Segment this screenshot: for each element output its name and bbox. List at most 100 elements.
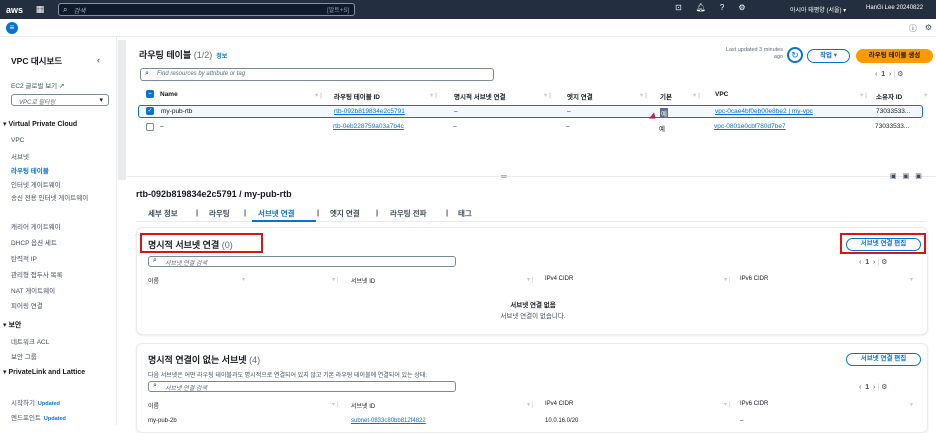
col-owner-id[interactable]: 소유자 ID [876, 91, 902, 101]
info-link[interactable]: 정보 [216, 54, 227, 60]
col-ipv4-cidr[interactable]: IPv4 CIDR [545, 401, 573, 407]
col-subnet-id[interactable]: 서브넷 ID [351, 401, 375, 410]
sidebar-item-vpc[interactable]: VPC [11, 137, 24, 144]
next-page-icon[interactable]: › [873, 259, 875, 266]
settings-icon[interactable]: ⚙ [925, 23, 932, 34]
sidebar-section-privatelink[interactable]: ▾ PrivateLink and Lattice [3, 368, 113, 377]
col-edge-association[interactable]: 엣지 연결 [567, 91, 593, 101]
resource-filter-input[interactable]: ⌕ Find resources by attribute or tag [140, 68, 494, 81]
sidebar-title[interactable]: VPC 대시보드 [11, 55, 62, 67]
global-search-input[interactable]: ⌕ 검색 [알트+S] [58, 3, 355, 16]
subnet-search-input[interactable]: ⌕ 서브넷 연결 검색 [148, 381, 456, 392]
sidebar-item-egress-only-igw[interactable]: 송신 전용 인터넷 게이트웨이 [11, 194, 106, 203]
current-page[interactable]: 1 [881, 71, 885, 78]
cell-vpc[interactable]: vpc-0801e0cbf780d7be7 [714, 123, 786, 130]
settings-gear-icon[interactable]: ⚙ [738, 3, 745, 12]
sidebar-item-carrier-gateways[interactable]: 캐리어 게이트웨이 [11, 221, 61, 231]
row-checkbox[interactable]: ✓ [146, 107, 154, 115]
sidebar-item-global-view[interactable]: EC2 글로벌 보기 ↗ [11, 80, 64, 90]
panel-layout-icons[interactable]: ▣▣▣ [890, 172, 928, 180]
split-panel-divider[interactable] [127, 176, 936, 177]
account-menu[interactable]: HanGi Lee 20240822 [866, 5, 923, 11]
preferences-gear-icon[interactable]: ⚙ [881, 384, 887, 391]
col-name[interactable]: 이름 [148, 401, 159, 410]
info-icon[interactable]: ⓘ [909, 23, 917, 34]
cell-owner: 73033533... [875, 123, 910, 130]
cell-name: my-pub-2b [148, 418, 177, 424]
create-route-table-button[interactable]: 라우팅 테이블 생성 [856, 49, 933, 63]
row-checkbox[interactable] [146, 123, 154, 131]
subnet-association-search-input[interactable]: ⌕ 서브넷 연결 검색 [148, 256, 456, 267]
vpc-filter-placeholder: VPC로 필터링 [19, 100, 56, 106]
prev-page-icon[interactable]: ‹ [859, 259, 861, 266]
col-ipv4-cidr[interactable]: IPv4 CIDR [545, 276, 573, 282]
updated-badge: Updated [43, 416, 66, 422]
cell-route-table-id[interactable]: rtb-0eb228759a03a7b4c [333, 123, 404, 130]
caret-down-icon: ▾ [99, 97, 103, 104]
table-header: 이름 ▾ ▾ | 서브넷 ID ▾ | IPv4 CIDR ▾ | IPv6 C… [148, 276, 914, 285]
cell-route-table-id[interactable]: rtb-092b819834e2c5791 [334, 108, 405, 115]
current-page[interactable]: 1 [865, 384, 869, 391]
sidebar-scrollbar[interactable] [118, 40, 126, 180]
col-name[interactable]: Name [160, 91, 178, 98]
sidebar-item-dhcp-options[interactable]: DHCP 옵션 세트 [11, 237, 57, 247]
help-icon[interactable]: ? [720, 3, 724, 12]
next-page-icon[interactable]: › [873, 384, 875, 391]
tab-route-propagation[interactable]: 라우팅 전파 [390, 208, 427, 219]
subnets-without-explicit-association-box: 명시적 연결이 없는 서브넷 (4) 서브넷 연결 편집 다음 서브넷은 어떤 … [136, 343, 928, 433]
sidebar-item-peering[interactable]: 피어링 연결 [11, 300, 43, 310]
sidebar-item-network-acl[interactable]: 네트워크 ACL [11, 336, 49, 346]
sidebar-item-prefix-lists[interactable]: 관리형 접두사 목록 [11, 269, 62, 279]
menu-toggle-icon[interactable]: ≡ [6, 22, 18, 34]
tab-tags[interactable]: 태그 [458, 208, 472, 219]
cloudshell-icon[interactable]: ⊡ [675, 3, 682, 12]
prev-page-icon[interactable]: ‹ [859, 384, 861, 391]
sidebar-section-security[interactable]: ▾ 보안 [3, 320, 21, 330]
cell-subnet-id[interactable]: subnet-0833c80bb812f4822 [351, 418, 426, 424]
table-row[interactable]: ✓ my-pub-rtb rtb-092b819834e2c5791 – – 예… [138, 105, 923, 118]
next-page-icon[interactable]: › [889, 71, 891, 78]
sidebar-item-endpoints[interactable]: 엔드포인트 Updated [11, 412, 66, 422]
sidebar-item-getting-started[interactable]: 시작하기 Updated [11, 397, 60, 407]
resize-handle-icon[interactable]: ═ [501, 172, 507, 181]
notifications-bell-icon[interactable]: 🔔︎ [696, 3, 706, 12]
sidebar-item-internet-gateways[interactable]: 인터넷 게이트웨이 [11, 179, 61, 189]
actions-button[interactable]: 작업 ▾ [807, 49, 850, 63]
col-main[interactable]: 기본 [660, 91, 672, 101]
preferences-gear-icon[interactable]: ⚙ [897, 71, 903, 78]
table-row[interactable]: – rtb-0eb228759a03a7b4c – – 예 vpc-0801e0… [138, 121, 923, 134]
secondary-bar: ≡ ⓘ ⚙ [0, 19, 936, 37]
prev-page-icon[interactable]: ‹ [875, 71, 877, 78]
col-subnet-id[interactable]: 서브넷 ID [351, 276, 375, 285]
close-sidebar-icon[interactable]: ‹ [97, 55, 100, 65]
tab-edge-associations[interactable]: 엣지 연결 [330, 208, 360, 219]
aws-logo[interactable]: aws [6, 5, 24, 15]
select-all-checkbox[interactable]: – [146, 90, 154, 98]
col-explicit-association[interactable]: 명시적 서브넷 연결 [454, 91, 505, 101]
col-name[interactable]: 이름 [148, 276, 159, 285]
sidebar-item-subnets[interactable]: 서브넷 [11, 151, 29, 161]
col-ipv6-cidr[interactable]: IPv6 CIDR [740, 276, 768, 282]
sidebar-item-nat-gateways[interactable]: NAT 게이트웨이 [11, 285, 55, 295]
edit-subnet-associations-button-2[interactable]: 서브넷 연결 편집 [846, 353, 921, 366]
sidebar-section-vpc[interactable]: ▾ Virtual Private Cloud [3, 120, 77, 128]
preferences-gear-icon[interactable]: ⚙ [881, 259, 887, 266]
sidebar-item-elastic-ip[interactable]: 탄력적 IP [11, 253, 37, 263]
vpc-filter-select[interactable]: VPC로 필터링 ▾ [11, 94, 109, 106]
cell-vpc[interactable]: vpc-0cae4bf0eb00e8be2 | my-vpc [715, 108, 813, 115]
refresh-icon[interactable]: ↻ [787, 47, 803, 63]
top-icon-group: ⊡ 🔔︎ ? ⚙ [675, 3, 745, 12]
sidebar-item-security-groups[interactable]: 보안 그룹 [11, 351, 37, 361]
services-grid-icon[interactable]: ▦ [34, 4, 46, 16]
col-ipv6-cidr[interactable]: IPv6 CIDR [740, 401, 768, 407]
sidebar-item-route-tables[interactable]: 라우팅 테이블 [11, 165, 49, 175]
table-row[interactable]: my-pub-2b subnet-0833c80bb812f4822 10.0.… [148, 416, 918, 428]
region-selector[interactable]: 아시아 태평양 (서울) ▾ [790, 5, 846, 14]
current-page[interactable]: 1 [865, 259, 869, 266]
col-route-table-id[interactable]: 라우팅 테이블 ID [334, 91, 380, 101]
tab-details[interactable]: 세부 정보 [148, 208, 178, 219]
search-icon: ⌕ [153, 257, 157, 264]
tab-routes[interactable]: 라우팅 [209, 208, 230, 219]
col-vpc[interactable]: VPC [715, 91, 728, 98]
tab-subnet-associations[interactable]: 서브넷 연결 [258, 208, 295, 219]
